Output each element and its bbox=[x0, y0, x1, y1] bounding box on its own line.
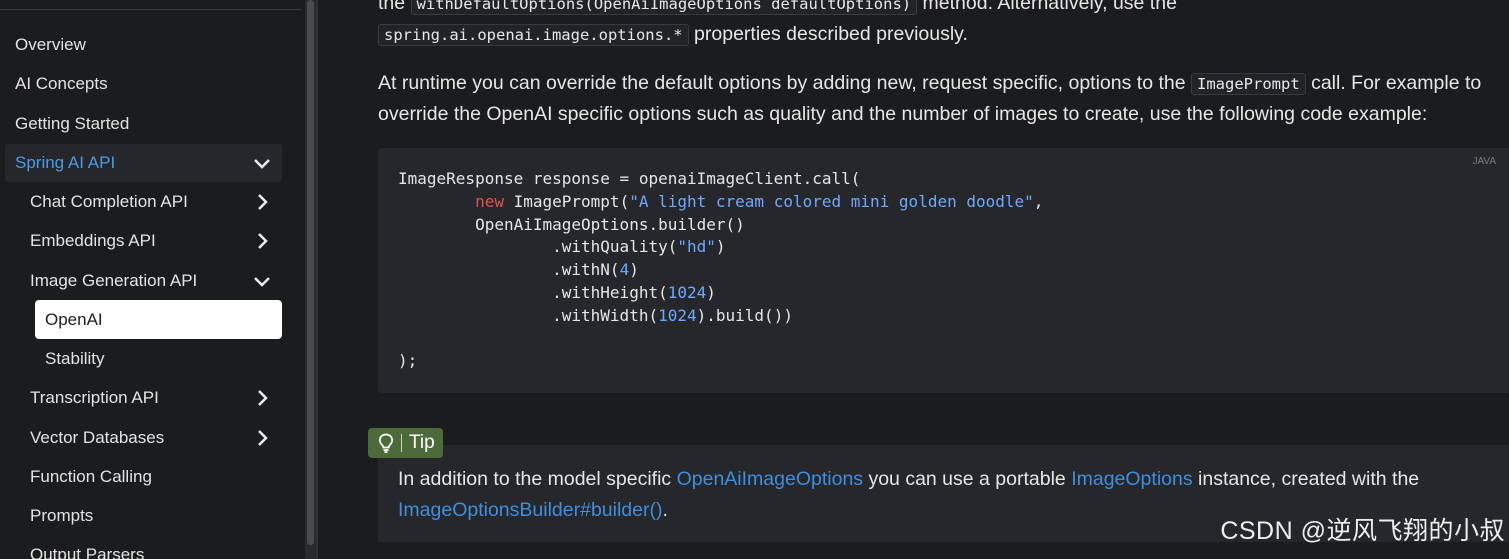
code-text[interactable]: ImageResponse response = openaiImageClie… bbox=[398, 168, 1043, 373]
text: method. Alternatively, use the bbox=[917, 0, 1177, 14]
nav-label: Overview bbox=[15, 35, 86, 54]
nav-item-transcription-api[interactable]: Transcription API bbox=[30, 379, 282, 417]
code-token: ) bbox=[629, 260, 639, 280]
nav-label: AI Concepts bbox=[15, 74, 108, 93]
nav-label: Output Parsers bbox=[30, 545, 145, 559]
chevron-down-icon[interactable] bbox=[252, 271, 272, 291]
text: instance, created with the bbox=[1192, 468, 1420, 490]
nav-label: OpenAI bbox=[45, 309, 103, 329]
nav-item-getting-started[interactable]: Getting Started bbox=[15, 105, 285, 143]
code-language-label: JAVA bbox=[1472, 156, 1496, 167]
text: the bbox=[378, 0, 411, 14]
code-line: ); bbox=[398, 351, 418, 371]
inline-code: ImagePrompt bbox=[1191, 73, 1306, 95]
sidebar-divider bbox=[0, 9, 302, 10]
text: In addition to the model specific bbox=[398, 468, 677, 490]
code-string: "hd" bbox=[677, 237, 716, 257]
nav-label: Image Generation API bbox=[30, 271, 198, 290]
nav-item-chat-completion-api[interactable]: Chat Completion API bbox=[30, 183, 282, 221]
text: you can use a portable bbox=[863, 468, 1072, 490]
inline-code: spring.ai.openai.image.options.* bbox=[378, 24, 689, 46]
nav-label: Embeddings API bbox=[30, 231, 156, 250]
nav-item-embeddings-api[interactable]: Embeddings API bbox=[30, 222, 282, 260]
tip-badge: Tip bbox=[368, 428, 443, 458]
nav-label: Vector Databases bbox=[30, 428, 165, 447]
code-token: , bbox=[1033, 191, 1044, 211]
nav-label: Function Calling bbox=[30, 467, 152, 486]
chevron-right-icon[interactable] bbox=[252, 428, 272, 448]
nav-item-ai-concepts[interactable]: AI Concepts bbox=[15, 65, 285, 103]
inline-code: withDefaultOptions(OpenAiImageOptions de… bbox=[410, 0, 918, 15]
nav-item-stability[interactable]: Stability bbox=[45, 340, 282, 378]
code-line: OpenAiImageOptions.builder() bbox=[398, 214, 745, 234]
code-token: .withN( bbox=[398, 260, 620, 280]
code-token: ImagePrompt( bbox=[503, 191, 630, 211]
nav-label: Prompts bbox=[30, 506, 94, 525]
link-image-options-builder[interactable]: ImageOptionsBuilder#builder() bbox=[398, 499, 662, 521]
nav-label: Spring AI API bbox=[15, 153, 116, 172]
text: call. For example to bbox=[1305, 72, 1482, 94]
code-token: .withHeight( bbox=[398, 282, 668, 302]
code-token: ) bbox=[715, 237, 726, 257]
nav-item-openai[interactable]: OpenAI bbox=[35, 300, 282, 339]
tip-label: Tip bbox=[409, 432, 435, 453]
nav-label: Transcription API bbox=[30, 388, 159, 407]
code-token: .withQuality( bbox=[398, 237, 678, 257]
paragraph-default-options: the withDefaultOptions(OpenAiImageOption… bbox=[378, 0, 1177, 50]
nav-label: Getting Started bbox=[15, 114, 130, 133]
text: properties described previously. bbox=[688, 23, 968, 45]
nav-item-output-parsers[interactable]: Output Parsers bbox=[30, 536, 282, 559]
link-openai-image-options[interactable]: OpenAiImageOptions bbox=[677, 468, 863, 490]
text: At runtime you can override the default … bbox=[378, 72, 1191, 94]
chevron-right-icon[interactable] bbox=[252, 192, 272, 212]
nav-label: Stability bbox=[45, 349, 105, 368]
code-keyword: new bbox=[475, 191, 504, 211]
chevron-right-icon[interactable] bbox=[252, 231, 272, 251]
code-block[interactable]: JAVA ImageResponse response = openaiImag… bbox=[378, 148, 1509, 393]
main-content: the withDefaultOptions(OpenAiImageOption… bbox=[318, 0, 1509, 559]
lightbulb-icon bbox=[378, 433, 394, 453]
nav-item-function-calling[interactable]: Function Calling bbox=[30, 458, 282, 496]
nav-item-vector-databases[interactable]: Vector Databases bbox=[30, 419, 282, 457]
nav-label: Chat Completion API bbox=[30, 192, 188, 211]
code-string: "A light cream colored mini golden doodl… bbox=[629, 191, 1034, 211]
code-token: .withWidth( bbox=[398, 305, 659, 325]
code-number: 1024 bbox=[667, 282, 707, 302]
nav-item-prompts[interactable]: Prompts bbox=[30, 497, 282, 535]
text: override the OpenAI specific options suc… bbox=[378, 103, 1428, 125]
chevron-down-icon[interactable] bbox=[252, 153, 272, 173]
code-line: ImageResponse response = openaiImageClie… bbox=[398, 169, 861, 188]
nav-item-image-generation-api[interactable]: Image Generation API bbox=[30, 262, 282, 300]
nav-item-overview[interactable]: Overview bbox=[15, 26, 285, 64]
badge-separator bbox=[401, 434, 402, 452]
paragraph-runtime-override: At runtime you can override the default … bbox=[378, 68, 1481, 129]
link-image-options[interactable]: ImageOptions bbox=[1071, 468, 1192, 490]
csdn-watermark: CSDN @逆风飞翔的小叔 bbox=[1220, 517, 1505, 545]
chevron-right-icon[interactable] bbox=[252, 388, 272, 408]
text: . bbox=[662, 499, 668, 521]
nav-item-spring-ai-api[interactable]: Spring AI API bbox=[5, 144, 282, 182]
code-number: 4 bbox=[619, 260, 630, 280]
code-token: ).build()) bbox=[696, 305, 793, 325]
code-token: ) bbox=[706, 282, 716, 302]
sidebar-nav: Overview AI Concepts Getting Started Spr… bbox=[0, 0, 305, 559]
code-number: 1024 bbox=[658, 305, 697, 325]
sidebar-scrollbar-thumb[interactable] bbox=[307, 0, 314, 545]
